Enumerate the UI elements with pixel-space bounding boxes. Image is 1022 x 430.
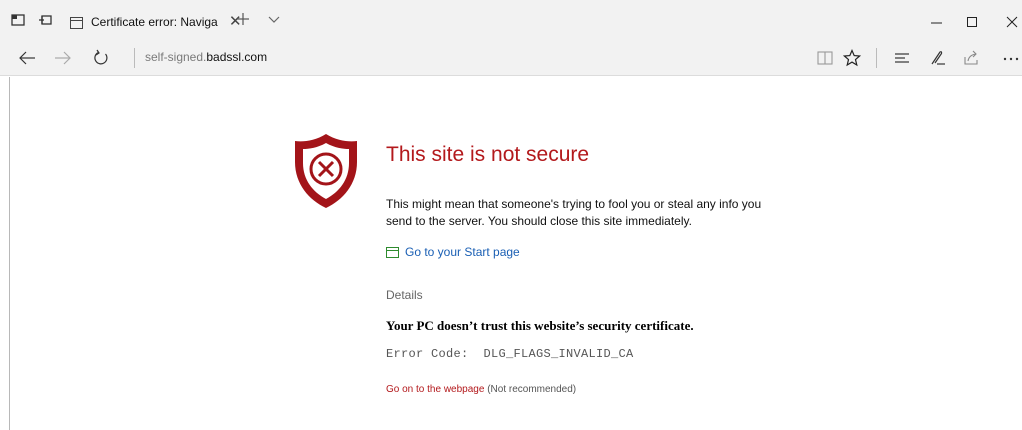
show-tabs-aside-icon[interactable] [38, 13, 52, 27]
active-tab[interactable]: Certificate error: Naviga ✕ [64, 7, 289, 40]
close-window-button[interactable] [992, 0, 1022, 40]
back-icon[interactable] [18, 49, 36, 67]
maximize-button[interactable] [952, 0, 992, 40]
not-recommended-note: (Not recommended) [484, 384, 577, 395]
title-bar: Certificate error: Naviga ✕ [0, 0, 1022, 40]
set-tabs-aside-icon[interactable] [11, 13, 25, 27]
share-icon[interactable] [962, 49, 980, 67]
hub-icon[interactable] [893, 49, 911, 67]
shield-x-icon [295, 134, 357, 208]
start-page-icon [386, 247, 399, 258]
minimize-button[interactable] [917, 0, 957, 40]
refresh-icon[interactable] [92, 49, 110, 67]
maximize-icon [967, 17, 977, 27]
favorite-star-icon[interactable] [843, 49, 861, 67]
address-field[interactable]: self-signed.badssl.com [145, 50, 267, 64]
details-toggle[interactable]: Details [386, 288, 423, 302]
forward-icon[interactable] [54, 49, 72, 67]
warning-message: This might mean that someone's trying to… [386, 197, 762, 228]
url-domain: badssl.com [206, 50, 268, 64]
certificate-trust-message: Your PC doesn’t trust this website’s sec… [386, 318, 694, 333]
navigation-bar: self-signed.badssl.com [0, 40, 1022, 76]
close-window-icon [1006, 16, 1018, 28]
page-title: This site is not secure [386, 143, 590, 166]
url-subdomain: self-signed. [145, 50, 207, 64]
error-code: Error Code: DLG_FLAGS_INVALID_CA [386, 347, 634, 361]
reading-view-icon[interactable] [816, 49, 834, 67]
web-note-icon[interactable] [929, 49, 947, 67]
new-tab-icon[interactable] [236, 12, 250, 26]
tab-list-chevron-icon[interactable] [268, 14, 280, 24]
toolbar-separator [876, 48, 877, 68]
address-separator [134, 48, 135, 68]
go-on-line: Go on to the webpage (Not recommended) [386, 384, 576, 395]
minimize-icon [931, 22, 942, 24]
tab-page-icon [70, 17, 83, 29]
start-page-link-text: Go to your Start page [405, 245, 520, 259]
go-on-webpage-link[interactable]: Go on to the webpage [386, 384, 484, 395]
tab-title: Certificate error: Naviga [91, 15, 218, 29]
content-left-border [9, 77, 10, 430]
more-icon[interactable] [1002, 49, 1020, 67]
